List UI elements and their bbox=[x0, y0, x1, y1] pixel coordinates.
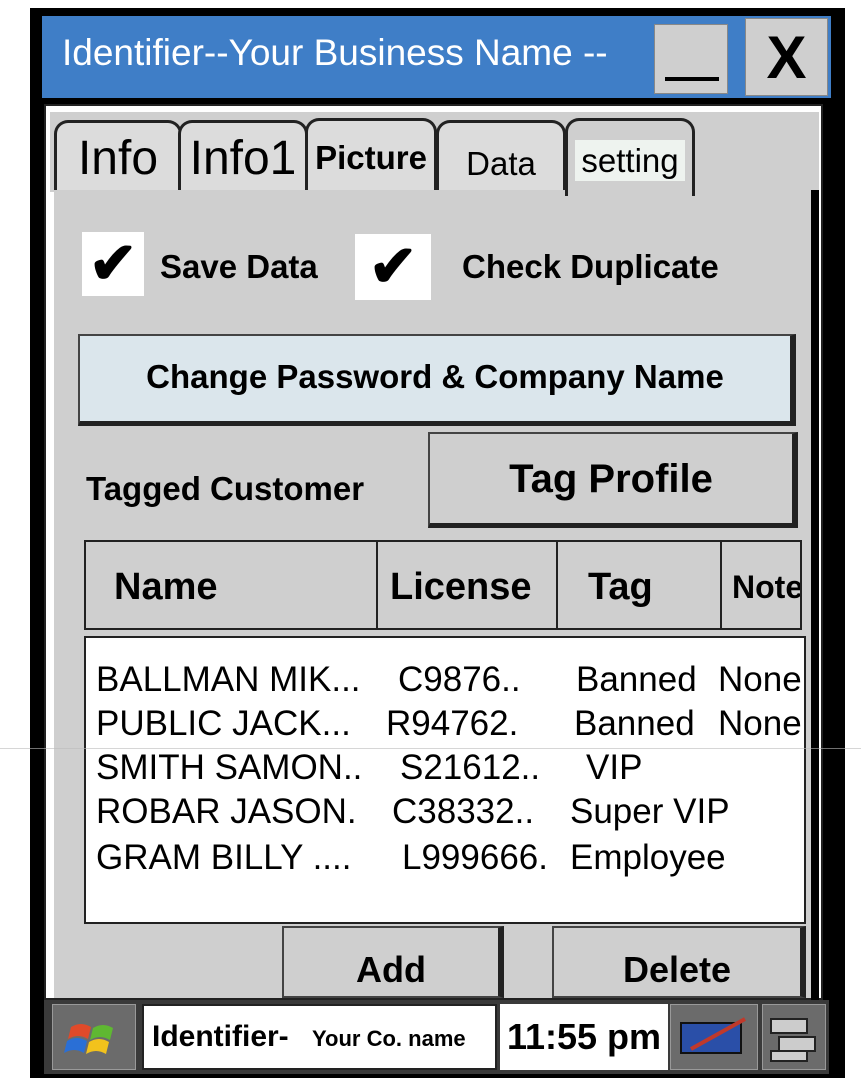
change-password-button[interactable]: Change Password & Company Name bbox=[78, 334, 796, 426]
row-license: S21612.. bbox=[400, 748, 541, 787]
tab-info[interactable]: Info bbox=[54, 120, 182, 192]
row-name: ROBAR JASON. bbox=[96, 792, 357, 831]
start-button[interactable] bbox=[52, 1004, 136, 1070]
check-duplicate-checkbox[interactable]: ✔ bbox=[355, 234, 431, 300]
row-tag: VIP bbox=[586, 748, 643, 787]
row-tag: Employee bbox=[570, 838, 726, 877]
task-switch-icon[interactable] bbox=[762, 1004, 826, 1070]
column-header-name[interactable]: Name bbox=[84, 540, 378, 630]
row-tag: Super VIP bbox=[570, 792, 730, 831]
taskbar-app-item[interactable]: Identifier- Your Co. name bbox=[142, 1004, 497, 1070]
save-data-label: Save Data bbox=[160, 248, 318, 285]
taskbar-clock[interactable]: 11:55 pm bbox=[500, 1004, 668, 1070]
divider-line bbox=[0, 748, 861, 749]
column-header-license-label: License bbox=[390, 566, 532, 608]
window-title: Identifier--Your Business Name -- bbox=[62, 32, 608, 73]
input-panel-icon[interactable] bbox=[670, 1004, 758, 1070]
window-list-icon bbox=[770, 1018, 816, 1062]
tagged-customer-list[interactable]: BALLMAN MIK... C9876.. Banned None PUBLI… bbox=[84, 636, 806, 924]
tab-info1[interactable]: Info1 bbox=[178, 120, 308, 192]
row-tag: Banned bbox=[574, 704, 695, 743]
tab-picture-label: Picture bbox=[315, 139, 427, 176]
tagged-customer-label: Tagged Customer bbox=[86, 470, 365, 507]
column-header-note[interactable]: Note bbox=[720, 540, 802, 630]
tab-setting-label: setting bbox=[575, 140, 685, 181]
row-license: C9876.. bbox=[398, 660, 521, 699]
row-tag: Banned bbox=[576, 660, 697, 699]
panel-border-right bbox=[811, 190, 819, 1000]
add-button[interactable]: Add bbox=[282, 926, 504, 998]
taskbar-app-name: Identifier- bbox=[152, 1020, 289, 1053]
column-header-tag[interactable]: Tag bbox=[556, 540, 722, 630]
tab-info-label: Info bbox=[77, 132, 159, 185]
row-name: PUBLIC JACK... bbox=[96, 704, 351, 743]
row-license: C38332.. bbox=[392, 792, 535, 831]
tab-setting[interactable]: setting bbox=[565, 118, 695, 196]
minimize-button[interactable] bbox=[654, 24, 728, 94]
tab-picture[interactable]: Picture bbox=[305, 118, 437, 192]
close-button[interactable]: X bbox=[745, 18, 828, 96]
column-header-license[interactable]: License bbox=[376, 540, 558, 630]
tab-data-label: Data bbox=[466, 145, 536, 182]
windows-logo-icon bbox=[64, 1024, 113, 1054]
check-duplicate-label: Check Duplicate bbox=[462, 248, 719, 285]
save-data-checkbox[interactable]: ✔ bbox=[82, 232, 144, 296]
column-header-note-label: Note bbox=[732, 569, 802, 605]
delete-button[interactable]: Delete bbox=[552, 926, 806, 998]
row-name: GRAM BILLY .... bbox=[96, 838, 352, 877]
taskbar-app-subname: Your Co. name bbox=[312, 1026, 466, 1051]
tag-profile-button[interactable]: Tag Profile bbox=[428, 432, 798, 528]
row-license: L999666. bbox=[402, 838, 548, 877]
column-header-name-label: Name bbox=[114, 566, 218, 608]
row-name: SMITH SAMON.. bbox=[96, 748, 363, 787]
minimize-icon bbox=[665, 77, 719, 81]
row-name: BALLMAN MIK... bbox=[96, 660, 361, 699]
tab-info1-label: Info1 bbox=[189, 132, 297, 185]
row-note: None bbox=[718, 660, 802, 699]
column-header-tag-label: Tag bbox=[588, 566, 653, 608]
keyboard-pen-icon bbox=[680, 1017, 746, 1054]
tab-data[interactable]: Data bbox=[436, 120, 566, 192]
row-note: None bbox=[718, 704, 802, 743]
row-license: R94762. bbox=[386, 704, 519, 743]
